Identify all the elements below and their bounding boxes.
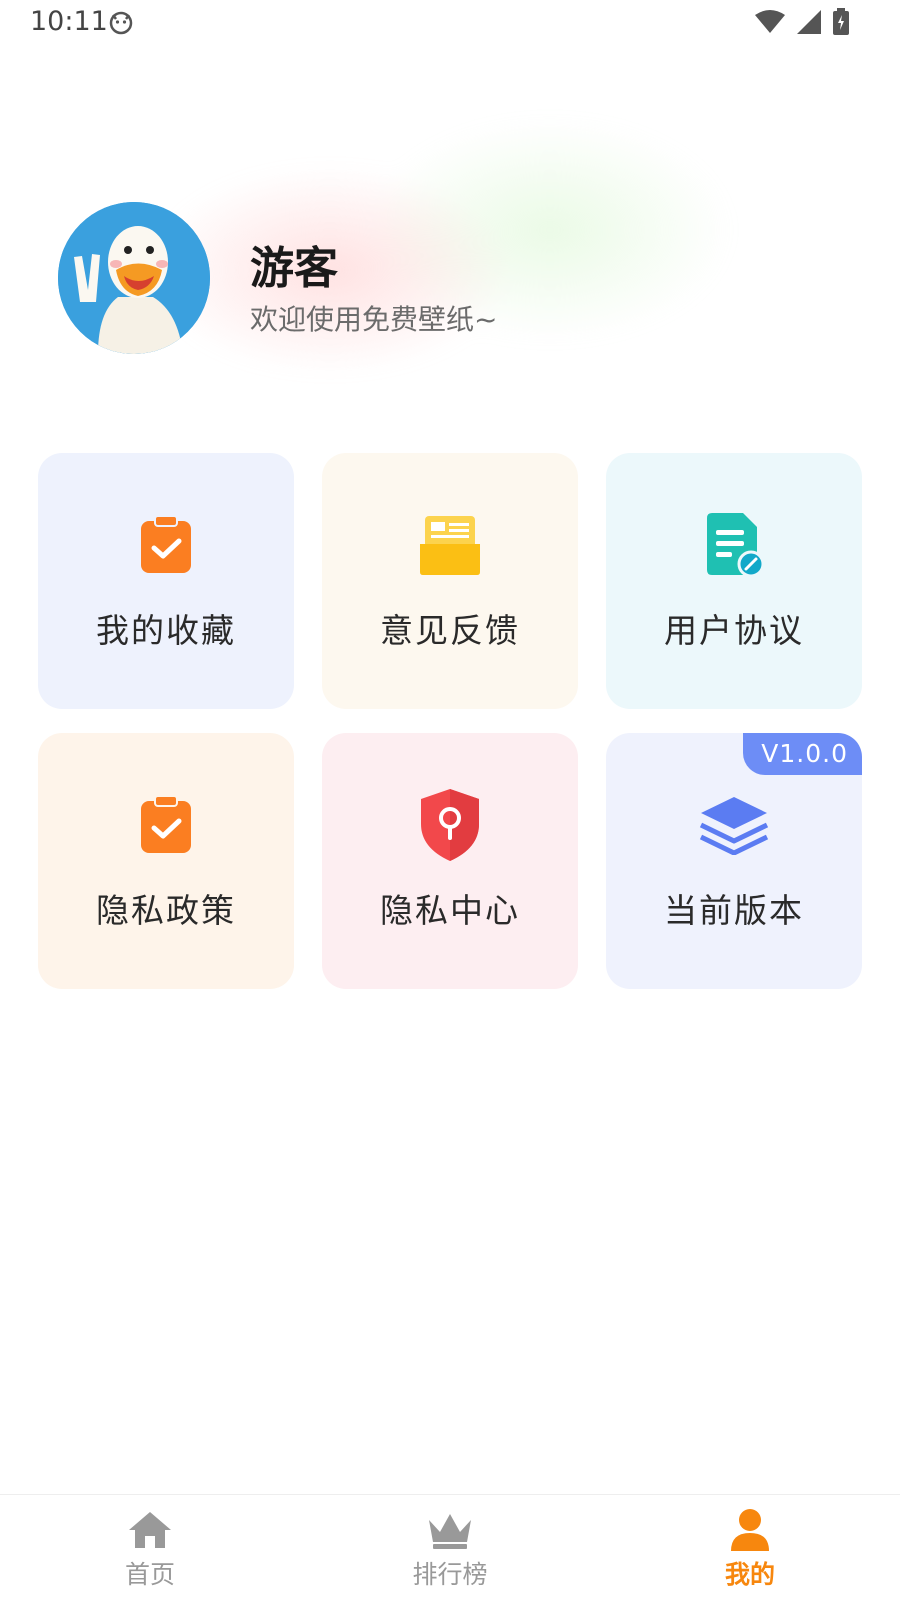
menu-item-feedback[interactable]: 意见反馈	[322, 453, 578, 709]
tab-label: 排行榜	[412, 1560, 488, 1589]
menu-item-label: 意见反馈	[380, 611, 520, 650]
menu-item-current-version[interactable]: V1.0.0 当前版本	[606, 733, 862, 989]
home-icon	[126, 1507, 174, 1553]
layers-icon	[699, 790, 769, 860]
profile-name: 游客	[250, 243, 338, 294]
status-time: 10:11	[30, 6, 108, 37]
profile-subtitle: 欢迎使用免费壁纸~	[250, 303, 498, 336]
wifi-icon	[754, 9, 786, 39]
battery-icon	[832, 8, 850, 40]
version-badge: V1.0.0	[743, 733, 862, 775]
tab-home[interactable]: 首页	[0, 1495, 300, 1600]
menu-item-privacy-center[interactable]: 隐私中心	[322, 733, 578, 989]
status-bar: 10:11	[0, 0, 900, 48]
crown-icon	[426, 1507, 474, 1553]
clipboard-check-icon	[131, 510, 201, 580]
menu-item-label: 我的收藏	[96, 611, 236, 650]
bottom-tab-bar: 首页 排行榜 我的	[0, 1494, 900, 1600]
tab-label: 首页	[124, 1560, 175, 1589]
notification-cat-icon	[108, 9, 134, 35]
menu-item-label: 当前版本	[664, 891, 804, 930]
menu-grid: 我的收藏 意见反馈 用户协议 隐私政策 隐私中心 V1.0.0 当前版本	[38, 453, 862, 989]
tab-mine[interactable]: 我的	[600, 1495, 900, 1600]
menu-item-label: 隐私中心	[380, 891, 520, 930]
status-indicators	[754, 8, 850, 40]
menu-item-label: 用户协议	[664, 611, 804, 650]
signal-icon	[796, 9, 822, 39]
shield-lock-icon	[415, 789, 485, 861]
menu-item-privacy-policy[interactable]: 隐私政策	[38, 733, 294, 989]
menu-item-label: 隐私政策	[96, 891, 236, 930]
document-edit-icon	[699, 510, 769, 580]
menu-item-user-agreement[interactable]: 用户协议	[606, 453, 862, 709]
tab-label: 我的	[724, 1560, 775, 1589]
tab-ranking[interactable]: 排行榜	[300, 1495, 600, 1600]
feedback-folder-icon	[415, 510, 485, 580]
clipboard-check-icon	[131, 790, 201, 860]
avatar[interactable]	[58, 202, 210, 354]
menu-item-favorites[interactable]: 我的收藏	[38, 453, 294, 709]
user-icon	[726, 1507, 774, 1553]
